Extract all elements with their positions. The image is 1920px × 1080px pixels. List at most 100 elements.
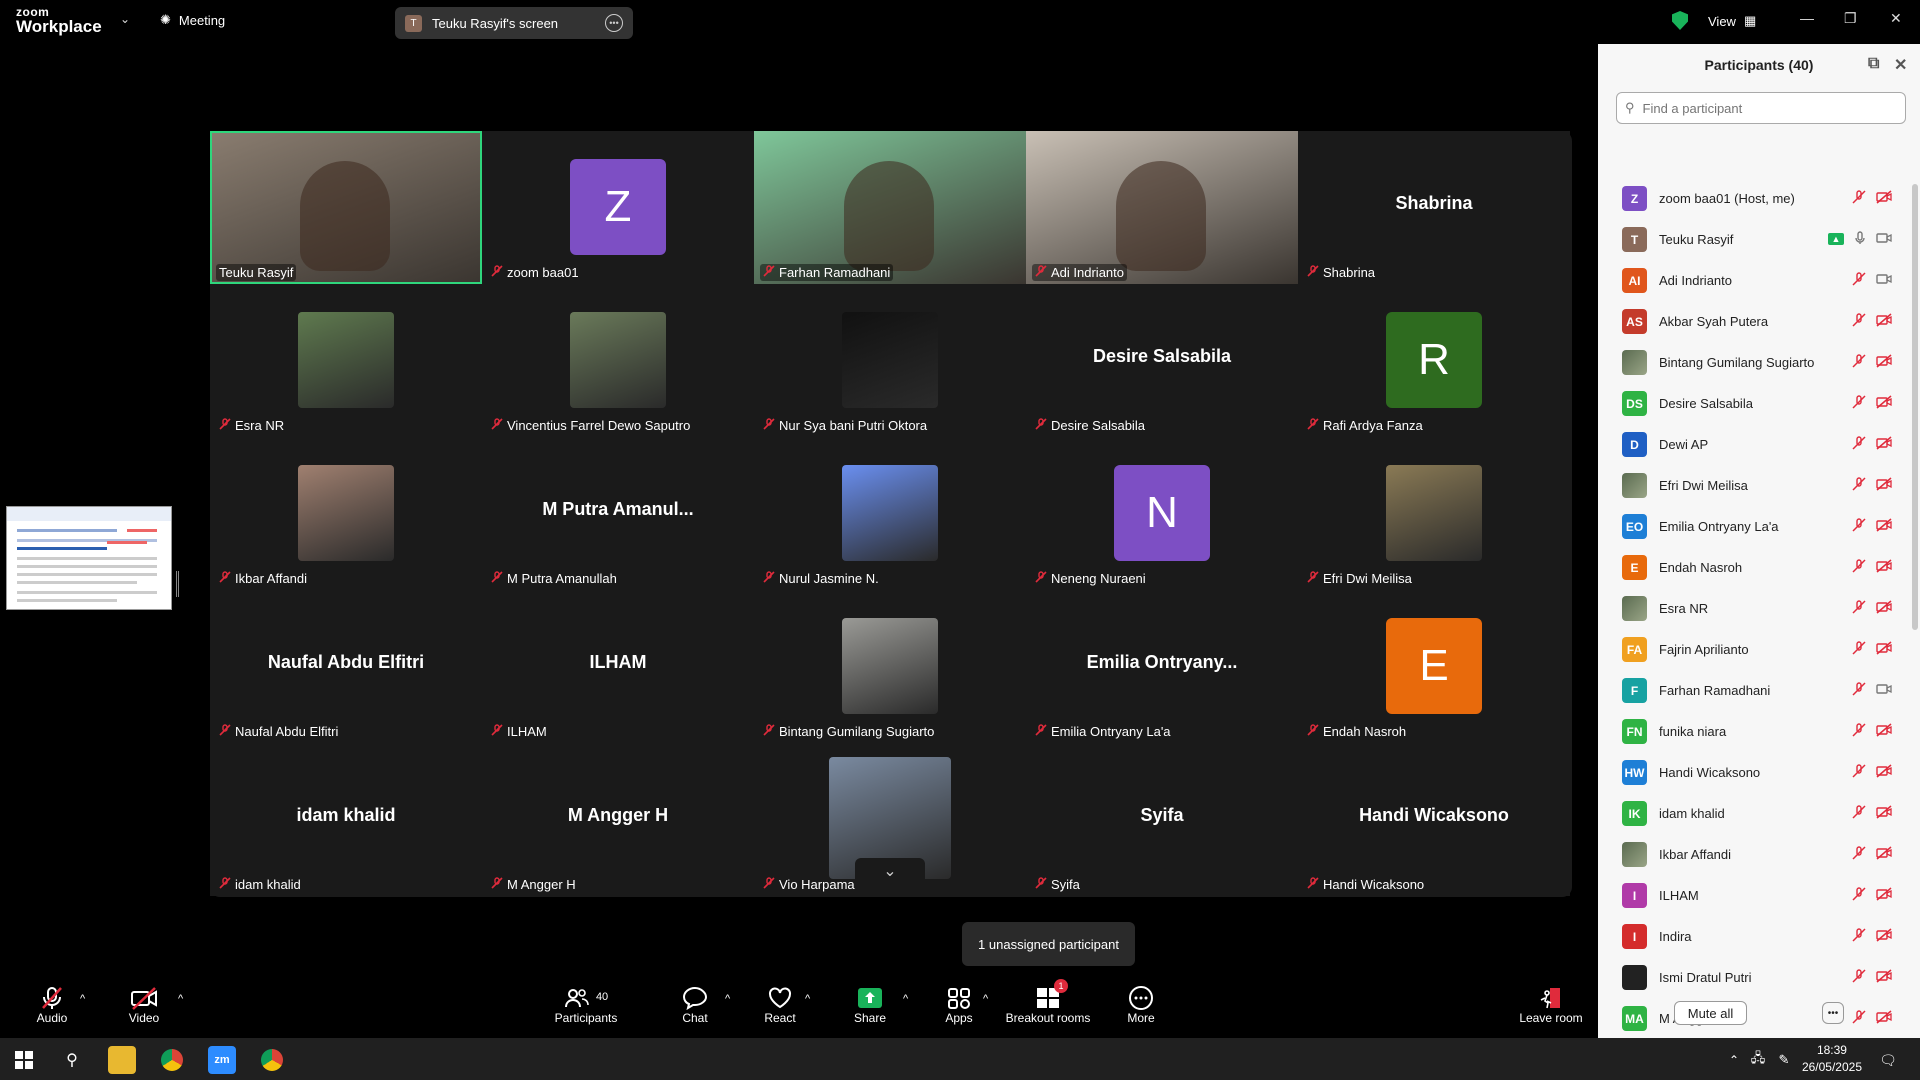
video-options-caret[interactable]: ^ — [178, 993, 183, 1005]
audio-options-caret[interactable]: ^ — [80, 993, 85, 1005]
mic-muted-icon[interactable] — [1852, 190, 1866, 207]
participant-row[interactable]: F Farhan Ramadhani — [1598, 670, 1910, 711]
video-off-icon[interactable] — [1876, 313, 1892, 330]
share-button[interactable]: Share — [825, 981, 915, 1025]
breakout-rooms-button[interactable]: 1 Breakout rooms — [998, 979, 1098, 1025]
participant-row[interactable]: Zzoom baa01 (Host, me) — [1598, 178, 1910, 219]
video-tile[interactable]: Naufal Abdu Elfitri Naufal Abdu Elfitri — [210, 590, 482, 743]
mic-muted-icon[interactable] — [1852, 313, 1866, 330]
video-tile[interactable]: R Rafi Ardya Fanza — [1298, 284, 1570, 437]
video-off-icon[interactable] — [1876, 559, 1892, 576]
participant-row[interactable]: Esra NR — [1598, 588, 1910, 629]
chevron-down-icon[interactable]: ⌄ — [120, 12, 130, 26]
video-tile[interactable]: Nur Sya bani Putri Oktora — [754, 284, 1026, 437]
video-button[interactable]: Video — [99, 981, 189, 1025]
unassigned-participant-tooltip[interactable]: 1 unassigned participant — [962, 922, 1135, 966]
shared-screen-thumbnail[interactable] — [6, 506, 172, 610]
participant-row[interactable]: Ikbar Affandi — [1598, 834, 1910, 875]
video-off-icon[interactable] — [1876, 723, 1892, 740]
view-button[interactable]: View ▦ — [1708, 13, 1756, 29]
video-off-icon[interactable] — [1876, 518, 1892, 535]
participant-row[interactable]: AI Adi Indrianto — [1598, 260, 1910, 301]
video-tile[interactable]: Nurul Jasmine N. — [754, 437, 1026, 590]
mic-muted-icon[interactable] — [1852, 969, 1866, 986]
video-tile[interactable]: M Angger H M Angger H — [482, 743, 754, 896]
mic-muted-icon[interactable] — [1852, 641, 1866, 658]
network-icon[interactable]: 🖧 — [1744, 1046, 1772, 1074]
participant-row[interactable]: E Endah Nasroh — [1598, 547, 1910, 588]
video-tile[interactable]: ILHAM ILHAM — [482, 590, 754, 743]
mic-muted-icon[interactable] — [1852, 805, 1866, 822]
chrome-icon[interactable] — [158, 1046, 186, 1074]
participant-row[interactable]: I Indira — [1598, 916, 1910, 957]
file-explorer-icon[interactable] — [108, 1046, 136, 1074]
chat-options-caret[interactable]: ^ — [725, 993, 730, 1005]
participant-row[interactable]: EO Emilia Ontryany La'a — [1598, 506, 1910, 547]
participant-row[interactable]: HW Handi Wicaksono — [1598, 752, 1910, 793]
video-tile[interactable]: Esra NR — [210, 284, 482, 437]
mic-icon[interactable] — [1854, 231, 1866, 248]
participant-search-input[interactable] — [1640, 99, 1881, 117]
system-clock[interactable]: 18:39 26/05/2025 — [1802, 1042, 1862, 1076]
security-shield-icon[interactable] — [1672, 11, 1688, 30]
mic-muted-icon[interactable] — [1852, 436, 1866, 453]
video-on-icon[interactable] — [1876, 231, 1892, 248]
react-options-caret[interactable]: ^ — [805, 993, 810, 1005]
participant-row[interactable]: AS Akbar Syah Putera — [1598, 301, 1910, 342]
react-button[interactable]: React — [735, 981, 825, 1025]
more-options-icon[interactable]: ••• — [605, 14, 623, 32]
resize-handle[interactable] — [176, 571, 179, 597]
video-off-icon[interactable] — [1876, 600, 1892, 617]
video-off-icon[interactable] — [1876, 190, 1892, 207]
video-tile[interactable]: Handi Wicaksono Handi Wicaksono — [1298, 743, 1570, 896]
windows-start-icon[interactable] — [10, 1046, 38, 1074]
participant-search[interactable]: ⚲ — [1616, 92, 1906, 124]
video-off-icon[interactable] — [1876, 477, 1892, 494]
mic-muted-icon[interactable] — [1852, 600, 1866, 617]
video-off-icon[interactable] — [1876, 764, 1892, 781]
video-tile[interactable]: Farhan Ramadhani — [754, 131, 1026, 284]
video-on-icon[interactable] — [1876, 682, 1892, 699]
share-options-caret[interactable]: ^ — [903, 993, 908, 1005]
participant-row[interactable]: Bintang Gumilang Sugiarto — [1598, 342, 1910, 383]
video-tile[interactable]: E Endah Nasroh — [1298, 590, 1570, 743]
video-tile[interactable]: Bintang Gumilang Sugiarto — [754, 590, 1026, 743]
gallery-next-page-button[interactable]: ⌄ — [855, 858, 925, 886]
participant-row[interactable]: FA Fajrin Aprilianto — [1598, 629, 1910, 670]
participant-row[interactable]: T Teuku Rasyif ▲ — [1598, 219, 1910, 260]
participant-row[interactable]: IK idam khalid — [1598, 793, 1910, 834]
more-button[interactable]: More — [1096, 981, 1186, 1025]
video-off-icon[interactable] — [1876, 436, 1892, 453]
mic-muted-icon[interactable] — [1852, 518, 1866, 535]
leave-room-button[interactable]: Leave room — [1506, 981, 1596, 1025]
zoom-taskbar-icon[interactable]: zm — [208, 1046, 236, 1074]
mic-muted-icon[interactable] — [1852, 477, 1866, 494]
video-tile[interactable]: Shabrina Shabrina — [1298, 131, 1570, 284]
panel-more-icon[interactable]: ••• — [1822, 1002, 1844, 1024]
video-off-icon[interactable] — [1876, 969, 1892, 986]
mic-muted-icon[interactable] — [1852, 928, 1866, 945]
video-on-icon[interactable] — [1876, 272, 1892, 289]
mic-muted-icon[interactable] — [1852, 559, 1866, 576]
video-off-icon[interactable] — [1876, 846, 1892, 863]
mic-muted-icon[interactable] — [1852, 764, 1866, 781]
notifications-icon[interactable]: 🗨 — [1874, 1046, 1902, 1074]
apps-button[interactable]: Apps — [914, 981, 1004, 1025]
close-window-icon[interactable]: ✕ — [1890, 10, 1902, 27]
mic-muted-icon[interactable] — [1852, 723, 1866, 740]
mic-muted-icon[interactable] — [1852, 887, 1866, 904]
video-off-icon[interactable] — [1876, 805, 1892, 822]
video-off-icon[interactable] — [1876, 395, 1892, 412]
video-off-icon[interactable] — [1876, 887, 1892, 904]
participant-row[interactable]: FN funika niara — [1598, 711, 1910, 752]
mic-muted-icon[interactable] — [1852, 272, 1866, 289]
video-tile[interactable]: Emilia Ontryany... Emilia Ontryany La'a — [1026, 590, 1298, 743]
participant-row[interactable]: DS Desire Salsabila — [1598, 383, 1910, 424]
participants-button[interactable]: 40 Participants — [541, 981, 631, 1025]
participant-row[interactable]: Efri Dwi Meilisa — [1598, 465, 1910, 506]
video-tile[interactable]: M Putra Amanul... M Putra Amanullah — [482, 437, 754, 590]
video-tile[interactable]: N Neneng Nuraeni — [1026, 437, 1298, 590]
video-tile[interactable]: Teuku Rasyif — [210, 131, 482, 284]
video-off-icon[interactable] — [1876, 354, 1892, 371]
video-tile[interactable]: Desire Salsabila Desire Salsabila — [1026, 284, 1298, 437]
